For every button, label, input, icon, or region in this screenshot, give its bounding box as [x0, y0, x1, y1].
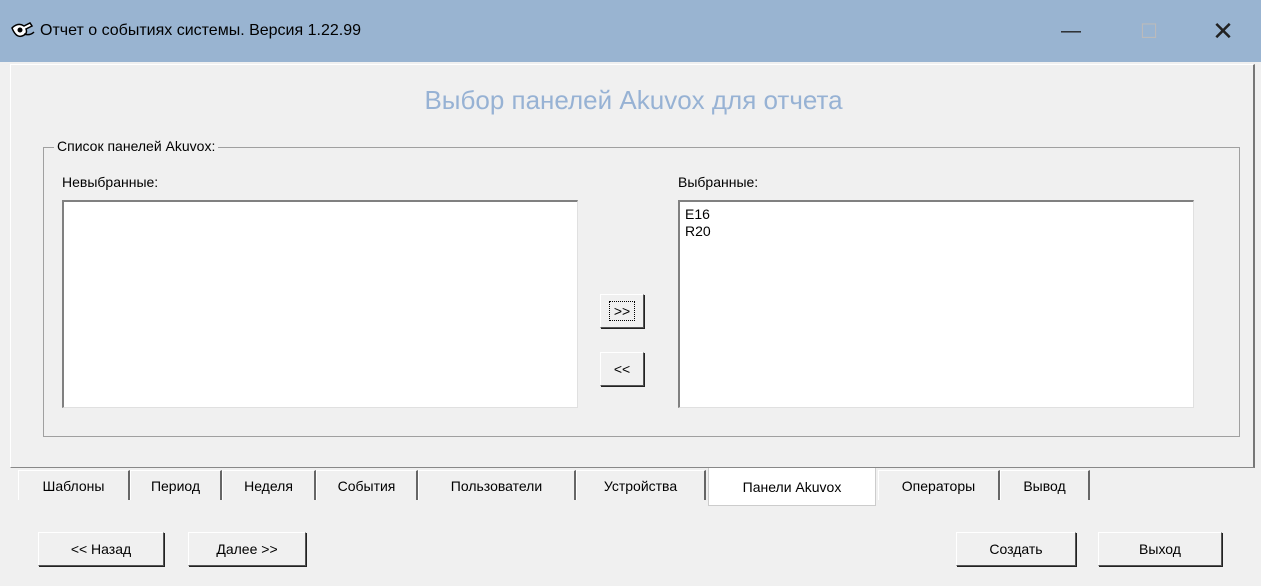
tab-label: Шаблоны — [42, 477, 105, 494]
page-title: Выбор панелей Akuvox для отчета — [424, 85, 843, 115]
tab-devices[interactable]: Устройства — [576, 470, 706, 500]
tab-label: Устройства — [603, 477, 678, 494]
group-label: Список панелей Akuvox: — [54, 138, 219, 154]
tab-week[interactable]: Неделя — [222, 470, 316, 500]
main-panel: Выбор панелей Akuvox для отчета Список п… — [10, 64, 1255, 468]
tab-output[interactable]: Вывод — [1000, 470, 1090, 500]
tab-label: Операторы — [901, 477, 976, 494]
title-bar: Отчет о событиях системы. Версия 1.22.99… — [0, 0, 1261, 62]
akuvox-panels-group: Список панелей Akuvox: Невыбранные: >> <… — [43, 138, 1240, 437]
tab-label: Панели Akuvox — [742, 478, 842, 495]
tab-period[interactable]: Период — [130, 470, 222, 500]
eye-icon — [11, 22, 35, 38]
tab-label: Неделя — [244, 477, 293, 494]
tab-label: Пользователи — [450, 477, 543, 494]
remove-button-label: << — [613, 361, 631, 377]
selected-label: Выбранные: — [678, 174, 759, 190]
tab-users[interactable]: Пользователи — [418, 470, 576, 500]
list-item[interactable]: E16 — [685, 206, 1188, 223]
exit-button-label: Выход — [1139, 541, 1181, 557]
tab-templates[interactable]: Шаблоны — [18, 470, 130, 500]
exit-button[interactable]: Выход — [1098, 532, 1222, 566]
unselected-list[interactable] — [62, 200, 578, 408]
maximize-button[interactable]: ☐ — [1126, 14, 1172, 48]
tab-label: Период — [150, 477, 201, 494]
tab-operators[interactable]: Операторы — [878, 470, 1000, 500]
tab-label: Вывод — [1023, 477, 1066, 494]
create-button[interactable]: Создать — [956, 532, 1076, 566]
tab-label: События — [337, 477, 396, 494]
back-button[interactable]: << Назад — [38, 532, 164, 566]
back-button-label: << Назад — [70, 541, 132, 557]
create-button-label: Создать — [989, 541, 1043, 557]
add-button[interactable]: >> — [600, 294, 644, 328]
selected-list[interactable]: E16 R20 — [678, 200, 1194, 408]
add-button-label: >> — [608, 301, 636, 321]
minimize-button[interactable]: — — [1048, 14, 1094, 48]
close-button[interactable]: ✕ — [1200, 14, 1246, 48]
tab-events[interactable]: События — [316, 470, 418, 500]
list-item[interactable]: R20 — [685, 223, 1188, 240]
next-button[interactable]: Далее >> — [188, 532, 306, 566]
window-title: Отчет о событиях системы. Версия 1.22.99 — [40, 22, 361, 39]
unselected-label: Невыбранные: — [62, 174, 159, 190]
next-button-label: Далее >> — [216, 541, 278, 557]
remove-button[interactable]: << — [600, 352, 644, 386]
tab-akuvox-panels[interactable]: Панели Akuvox — [708, 468, 876, 506]
